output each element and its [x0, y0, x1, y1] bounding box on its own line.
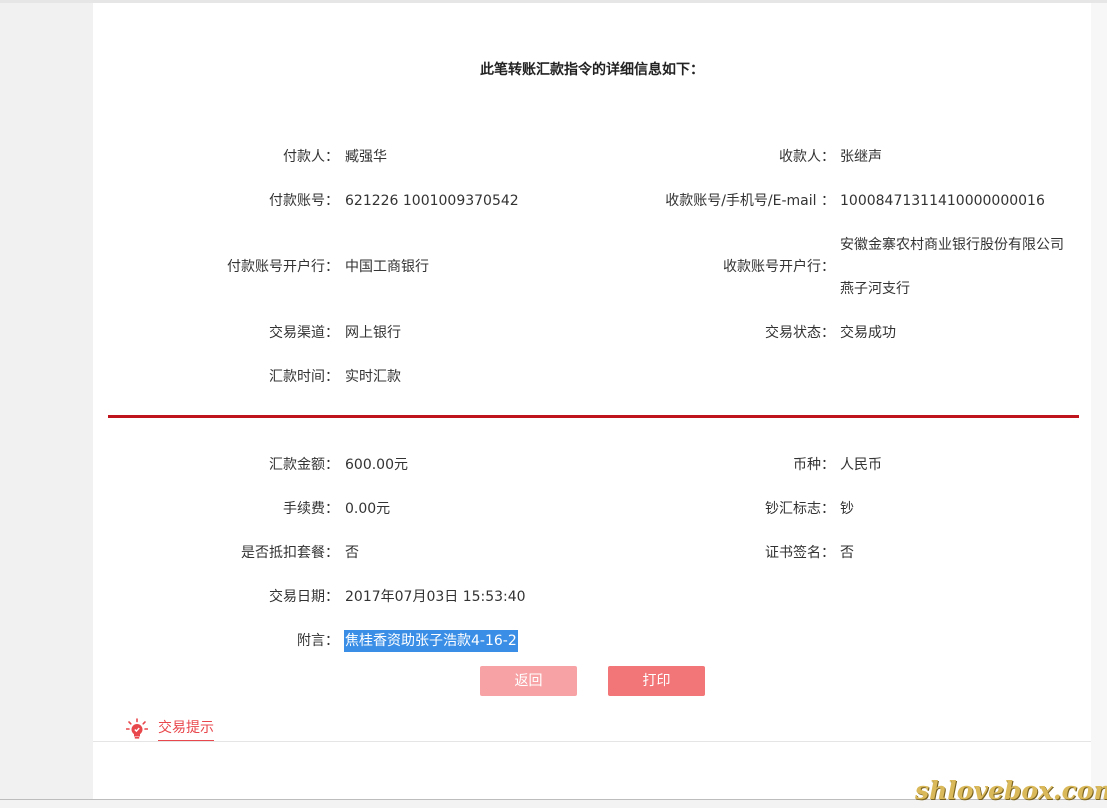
- tips-label[interactable]: 交易提示: [158, 716, 214, 742]
- row-package: 是否抵扣套餐： 否 证书签名： 否: [93, 542, 1091, 564]
- currency-value: 人民币: [840, 457, 882, 473]
- fee-label: 手续费：: [283, 501, 339, 517]
- amount-value: 600.00元: [345, 457, 408, 473]
- row-channel: 交易渠道： 网上银行 交易状态： 交易成功: [93, 322, 1091, 344]
- currency-label: 币种：: [793, 457, 835, 473]
- payee-bank-label: 收款账号开户行：: [723, 259, 835, 275]
- remit-time-value: 实时汇款: [345, 369, 401, 385]
- cash-flag-label: 钞汇标志：: [765, 501, 835, 517]
- remit-time-label: 汇款时间：: [269, 369, 339, 385]
- package-label: 是否抵扣套餐：: [241, 545, 339, 561]
- row-date: 交易日期： 2017年07月03日 15:53:40: [93, 586, 1091, 608]
- package-value: 否: [345, 545, 359, 561]
- row-remit-time: 汇款时间： 实时汇款: [93, 366, 1091, 388]
- cash-flag-value: 钞: [840, 501, 854, 517]
- channel-label: 交易渠道：: [269, 325, 339, 341]
- date-label: 交易日期：: [269, 589, 339, 605]
- channel-value: 网上银行: [345, 325, 401, 341]
- payer-account-value: 621226 1001009370542: [345, 193, 519, 209]
- lightbulb-icon: [126, 718, 148, 739]
- tips-divider: [93, 741, 1091, 742]
- payer-bank-label: 付款账号开户行：: [227, 259, 339, 275]
- fee-value: 0.00元: [345, 501, 391, 517]
- date-value: 2017年07月03日 15:53:40: [345, 589, 526, 605]
- page-title: 此笔转账汇款指令的详细信息如下：: [480, 62, 704, 78]
- payer-label: 付款人：: [283, 149, 339, 165]
- memo-label: 附言：: [297, 633, 339, 649]
- print-button[interactable]: 打印: [608, 666, 705, 696]
- row-account: 付款账号： 621226 1001009370542 收款账号/手机号/E-ma…: [93, 190, 1091, 212]
- memo-value[interactable]: 焦桂香资助张子浩款4-16-2: [344, 630, 518, 652]
- status-value: 交易成功: [840, 325, 896, 341]
- cert-sign-value: 否: [840, 545, 854, 561]
- payee-account-value: 10008471311410000000016: [840, 193, 1045, 209]
- row-bank: 付款账号开户行： 中国工商银行 收款账号开户行： 安徽金寨农村商业银行股份有限公…: [93, 234, 1091, 300]
- section-divider: [108, 415, 1079, 418]
- row-payer: 付款人： 臧强华 收款人： 张继声: [93, 146, 1091, 168]
- row-amount: 汇款金额： 600.00元 币种： 人民币: [93, 454, 1091, 476]
- right-scroll-gutter: [1091, 3, 1107, 803]
- back-button[interactable]: 返回: [480, 666, 577, 696]
- cert-sign-label: 证书签名：: [765, 545, 835, 561]
- payee-bank-value-line1: 安徽金寨农村商业银行股份有限公司: [840, 237, 1064, 253]
- payee-account-label: 收款账号/手机号/E-mail ：: [665, 193, 835, 209]
- payer-value: 臧强华: [345, 149, 387, 165]
- payee-bank-value-line2: 燕子河支行: [840, 281, 910, 297]
- payer-bank-value: 中国工商银行: [345, 259, 429, 275]
- payer-account-label: 付款账号：: [269, 193, 339, 209]
- status-label: 交易状态：: [765, 325, 835, 341]
- transfer-detail-panel: 此笔转账汇款指令的详细信息如下： 付款人： 臧强华 收款人： 张继声 付款账号：…: [93, 3, 1091, 801]
- watermark-text: shlovebox.com: [915, 776, 1107, 805]
- row-fee: 手续费： 0.00元 钞汇标志： 钞: [93, 498, 1091, 520]
- row-memo: 附言： 焦桂香资助张子浩款4-16-2: [93, 630, 1091, 652]
- amount-label: 汇款金额：: [269, 457, 339, 473]
- payee-value: 张继声: [840, 149, 882, 165]
- payee-label: 收款人：: [779, 149, 835, 165]
